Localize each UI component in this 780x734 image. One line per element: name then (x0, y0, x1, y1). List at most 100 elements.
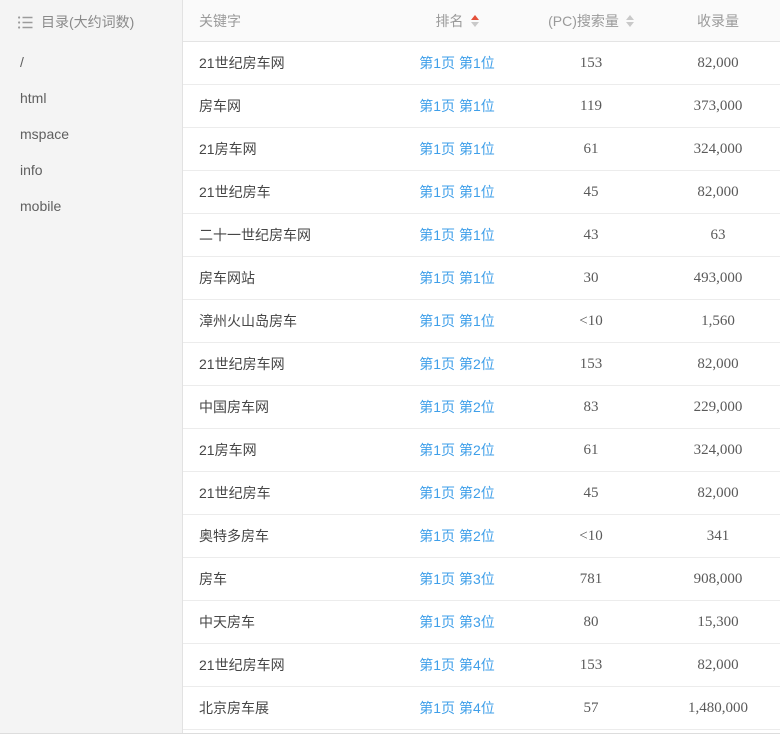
rank-link[interactable]: 第1页 第1位 (419, 141, 494, 157)
table-row: 中天房车 第1页 第3位 8015,300 (183, 601, 780, 644)
keyword-cell: 21世纪房车网 (183, 655, 389, 675)
rank-link[interactable]: 第1页 第1位 (419, 270, 494, 286)
rank-link[interactable]: 第1页 第4位 (419, 700, 494, 716)
index-volume-cell: 82,000 (657, 55, 779, 72)
sidebar-item-info[interactable]: info (18, 152, 182, 188)
sort-asc-icon[interactable] (471, 15, 479, 20)
index-volume-cell: 324,000 (657, 141, 779, 158)
sort-desc-icon[interactable] (471, 22, 479, 27)
rank-cell: 第1页 第3位 (389, 612, 525, 632)
index-volume-cell: 1,480,000 (657, 700, 779, 717)
keyword-cell: 中国房车网 (183, 397, 389, 417)
sort-asc-icon[interactable] (626, 15, 634, 20)
rank-cell: 第1页 第2位 (389, 483, 525, 503)
sidebar-header: 目录(大约词数) (18, 13, 182, 31)
table-header-row: 关键字 排名 (PC)搜索量 收录量 (183, 0, 780, 42)
index-volume-cell: 324,000 (657, 442, 779, 459)
index-volume-cell: 908,000 (657, 571, 779, 588)
keyword-cell: 房车网站 (183, 268, 389, 288)
keyword-cell: 房车网 (183, 96, 389, 116)
rank-link[interactable]: 第1页 第2位 (419, 356, 494, 372)
search-volume-cell: 781 (525, 571, 657, 588)
search-volume-cell: 45 (525, 184, 657, 201)
rank-link[interactable]: 第1页 第1位 (419, 313, 494, 329)
rank-link[interactable]: 第1页 第1位 (419, 55, 494, 71)
sidebar-item-root[interactable]: / (18, 44, 182, 80)
keyword-cell: 21世纪房车 (183, 483, 389, 503)
keyword-table: 关键字 排名 (PC)搜索量 收录量 21世纪房车网第1页 第1位15382,0… (183, 0, 780, 733)
search-volume-cell: 61 (525, 442, 657, 459)
search-volume-cell: <10 (525, 313, 657, 330)
keyword-cell: 漳州火山岛房车 (183, 311, 389, 331)
rank-cell: 第1页 第4位 (389, 655, 525, 675)
search-volume-cell: 30 (525, 270, 657, 287)
rank-link[interactable]: 第1页 第4位 (419, 657, 494, 673)
table-row: 房车 第1页 第3位 781908,000 (183, 558, 780, 601)
index-volume-cell: 15,300 (657, 614, 779, 631)
rank-cell: 第1页 第2位 (389, 440, 525, 460)
sidebar-item-mspace[interactable]: mspace (18, 116, 182, 152)
rank-link[interactable]: 第1页 第2位 (419, 485, 494, 501)
rank-link[interactable]: 第1页 第2位 (419, 442, 494, 458)
index-volume-cell: 341 (657, 528, 779, 545)
index-volume-cell: 82,000 (657, 485, 779, 502)
column-header-rank-label: 排名 (436, 11, 464, 31)
index-volume-cell: 493,000 (657, 270, 779, 287)
sidebar-item-html[interactable]: html (18, 80, 182, 116)
rank-link[interactable]: 第1页 第1位 (419, 227, 494, 243)
rank-link[interactable]: 第1页 第3位 (419, 614, 494, 630)
list-icon (18, 16, 33, 29)
table-row: 中国房车网第1页 第2位83229,000 (183, 386, 780, 429)
index-volume-cell: 82,000 (657, 184, 779, 201)
search-volume-cell: 153 (525, 657, 657, 674)
column-header-keyword-label: 关键字 (199, 11, 241, 31)
keyword-cell: 二十一世纪房车网 (183, 225, 389, 245)
rank-cell: 第1页 第1位 (389, 96, 525, 116)
sort-control-rank[interactable] (471, 15, 479, 27)
sort-desc-icon[interactable] (626, 22, 634, 27)
rank-cell: 第1页 第1位 (389, 225, 525, 245)
rank-cell: 第1页 第2位 (389, 397, 525, 417)
column-header-index-volume-label: 收录量 (697, 11, 739, 31)
rank-link[interactable]: 第1页 第2位 (419, 528, 494, 544)
column-header-rank[interactable]: 排名 (389, 11, 525, 31)
rank-link[interactable]: 第1页 第3位 (419, 571, 494, 587)
search-volume-cell: <10 (525, 528, 657, 545)
column-header-keyword: 关键字 (183, 11, 389, 31)
table-row: 21世纪房车网第1页 第2位15382,000 (183, 343, 780, 386)
directory-list: / html mspace info mobile (18, 44, 182, 224)
table-row: 二十一世纪房车网第1页 第1位4363 (183, 214, 780, 257)
rank-link[interactable]: 第1页 第2位 (419, 399, 494, 415)
rank-link[interactable]: 第1页 第1位 (419, 98, 494, 114)
keyword-cell: 21世纪房车 (183, 182, 389, 202)
sidebar-item-mobile[interactable]: mobile (18, 188, 182, 224)
keyword-cell: 奥特多房车 (183, 526, 389, 546)
index-volume-cell: 373,000 (657, 98, 779, 115)
rank-cell: 第1页 第1位 (389, 182, 525, 202)
table-row: 21世纪房车网第1页 第4位15382,000 (183, 644, 780, 687)
search-volume-cell: 43 (525, 227, 657, 244)
keyword-cell: 21世纪房车网 (183, 354, 389, 374)
keyword-cell: 中天房车 (183, 612, 389, 632)
search-volume-cell: 153 (525, 55, 657, 72)
column-header-index-volume: 收录量 (657, 11, 779, 31)
column-header-search-volume-label: (PC)搜索量 (548, 11, 619, 31)
rank-cell: 第1页 第2位 (389, 526, 525, 546)
rank-link[interactable]: 第1页 第1位 (419, 184, 494, 200)
search-volume-cell: 80 (525, 614, 657, 631)
table-row: 房车网 第1页 第1位 119373,000 (183, 85, 780, 128)
search-volume-cell: 119 (525, 98, 657, 115)
column-header-search-volume[interactable]: (PC)搜索量 (525, 11, 657, 31)
table-row: 房车网站 第1页 第1位 30493,000 (183, 257, 780, 300)
keyword-cell: 房车 (183, 569, 389, 589)
rank-cell: 第1页 第1位 (389, 311, 525, 331)
sidebar-title: 目录(大约词数) (41, 13, 134, 31)
sort-control-search-volume[interactable] (626, 15, 634, 27)
table-row: 21房车网第1页 第2位61324,000 (183, 429, 780, 472)
keyword-cell: 21房车网 (183, 139, 389, 159)
rank-cell: 第1页 第2位 (389, 354, 525, 374)
table-row: 21世纪房车 第1页 第1位 4582,000 (183, 171, 780, 214)
index-volume-cell: 229,000 (657, 399, 779, 416)
search-volume-cell: 61 (525, 141, 657, 158)
search-volume-cell: 57 (525, 700, 657, 717)
